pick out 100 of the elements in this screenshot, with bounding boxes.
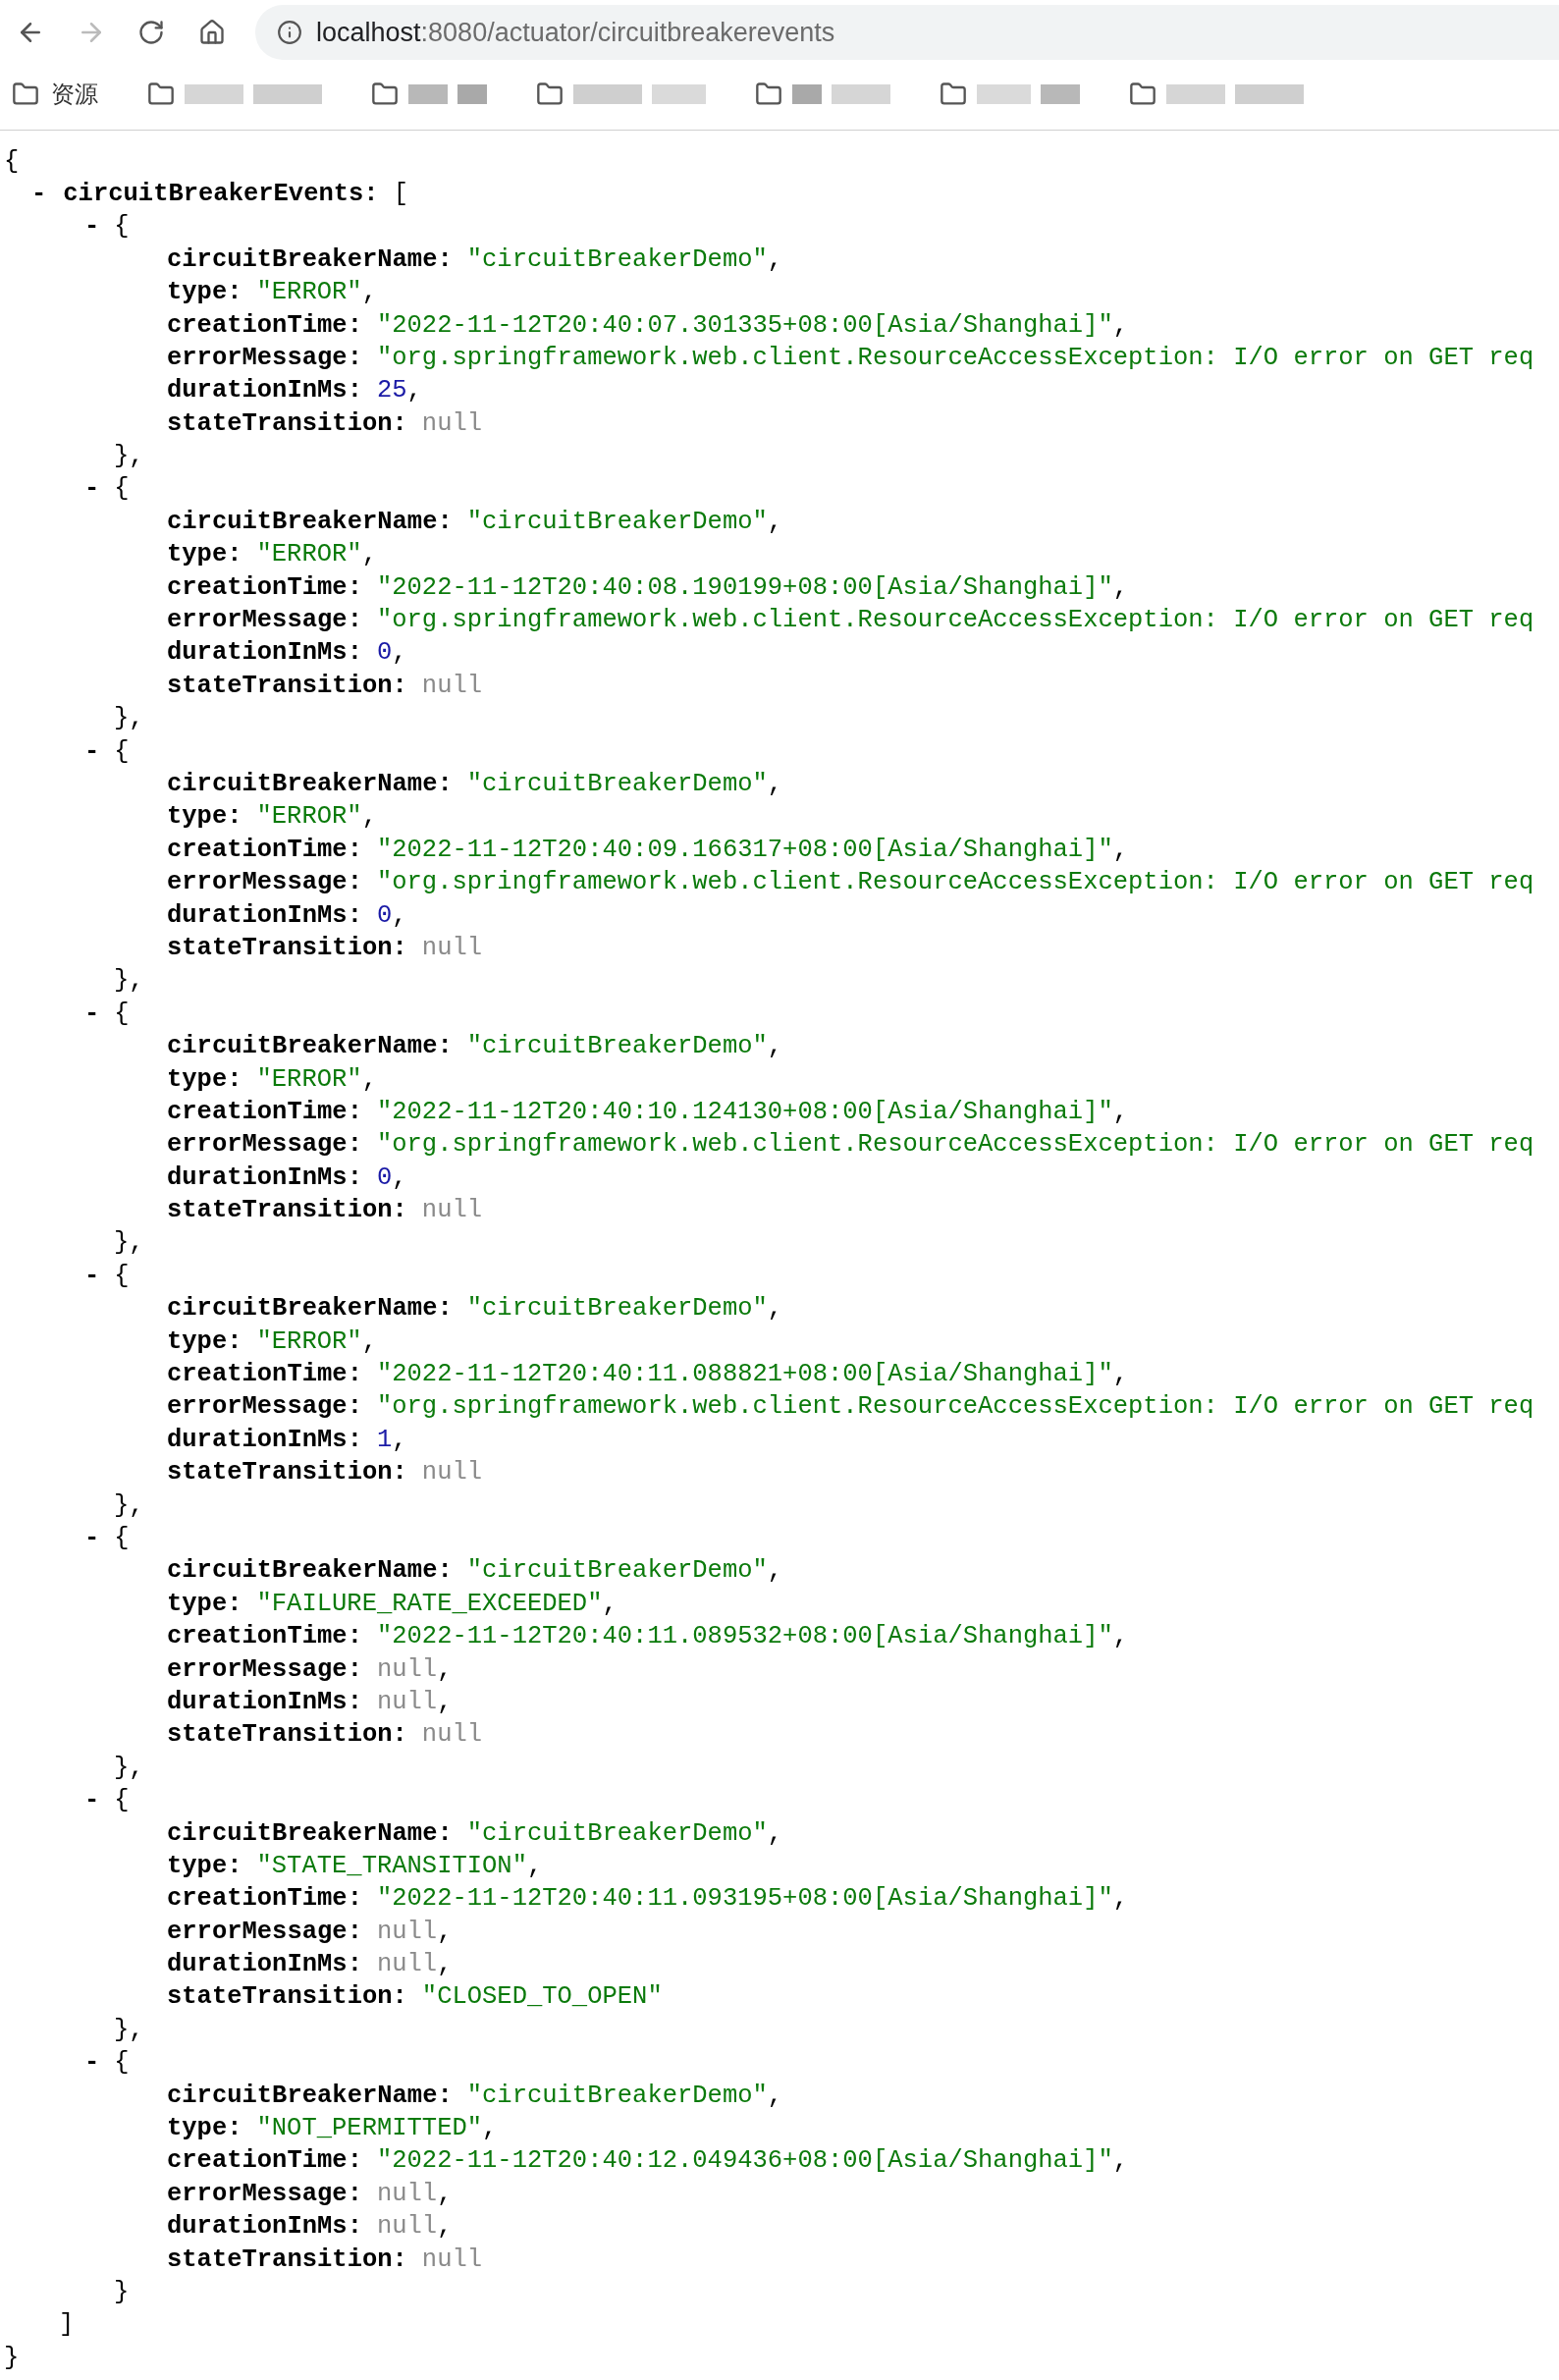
folder-icon[interactable] xyxy=(371,81,399,108)
json-value: "2022-11-12T20:40:11.089532+08:00[Asia/Shanghai]" xyxy=(376,1621,1113,1653)
comma: , xyxy=(361,277,377,309)
blurred-label xyxy=(1166,84,1225,104)
brace: } xyxy=(114,2276,130,2308)
comma: , xyxy=(602,1588,618,1620)
comma: , xyxy=(392,637,407,670)
collapse-toggle[interactable]: - xyxy=(84,995,100,1033)
comma: , xyxy=(1112,834,1129,866)
folder-icon[interactable] xyxy=(147,81,175,108)
comma: , xyxy=(767,506,783,538)
json-value: null xyxy=(421,1719,483,1752)
comma: , xyxy=(1112,1359,1129,1391)
comma: , xyxy=(767,1817,783,1850)
json-value: "2022-11-12T20:40:11.093195+08:00[Asia/Shanghai]" xyxy=(376,1883,1113,1916)
blurred-label xyxy=(1041,84,1080,104)
comma: , xyxy=(1112,2145,1129,2178)
json-value: 0 xyxy=(376,1162,393,1194)
blurred-label xyxy=(253,84,322,104)
json-value: "STATE_TRANSITION" xyxy=(256,1850,527,1882)
bracket: ] xyxy=(59,2309,75,2342)
brace: }, xyxy=(114,965,144,998)
json-value: null xyxy=(376,1916,438,1948)
brace: }, xyxy=(114,703,144,735)
json-value: "circuitBreakerDemo" xyxy=(466,243,768,276)
comma: , xyxy=(482,2113,498,2144)
json-value: null xyxy=(421,670,483,702)
bookmark-label[interactable]: 资源 xyxy=(51,77,98,112)
json-value: "ERROR" xyxy=(256,539,362,571)
json-value: "org.springframework.web.client.ResourceAccessException: I/O error on GET req xyxy=(376,867,1534,899)
brace: { xyxy=(114,473,130,506)
json-value: "org.springframework.web.client.ResourceAccessException: I/O error on GET req xyxy=(376,1129,1534,1162)
comma: , xyxy=(767,243,783,276)
json-value: "org.springframework.web.client.ResourceAccessException: I/O error on GET req xyxy=(376,1391,1534,1424)
brace: { xyxy=(114,1785,130,1817)
comma: , xyxy=(1112,1096,1129,1128)
folder-icon[interactable] xyxy=(755,81,782,108)
collapse-toggle[interactable]: - xyxy=(84,1520,100,1558)
comma: , xyxy=(406,375,422,407)
folder-icon[interactable] xyxy=(940,81,967,108)
collapse-toggle[interactable]: - xyxy=(84,470,100,509)
json-value: "NOT_PERMITTED" xyxy=(256,2113,483,2144)
blurred-label xyxy=(1235,84,1304,104)
home-icon[interactable] xyxy=(198,19,226,46)
comma: , xyxy=(437,1949,453,1981)
comma: , xyxy=(361,1063,377,1096)
blurred-label xyxy=(792,84,822,104)
json-value: "org.springframework.web.client.ResourceAccessException: I/O error on GET req xyxy=(376,342,1534,374)
json-value: null xyxy=(421,932,483,964)
collapse-toggle[interactable]: - xyxy=(84,732,100,771)
blurred-label xyxy=(457,84,487,104)
folder-icon[interactable] xyxy=(1129,81,1156,108)
collapse-toggle[interactable]: - xyxy=(84,1782,100,1820)
comma: , xyxy=(361,1325,377,1358)
brace: { xyxy=(114,1260,130,1292)
json-value: 1 xyxy=(376,1424,393,1456)
comma: , xyxy=(392,899,407,932)
brace: { xyxy=(114,998,130,1030)
json-value: "ERROR" xyxy=(256,277,362,309)
comma: , xyxy=(767,1293,783,1325)
json-value: "FAILURE_RATE_EXCEEDED" xyxy=(256,1588,603,1620)
comma: , xyxy=(361,539,377,571)
json-value: "circuitBreakerDemo" xyxy=(466,506,768,538)
reload-icon[interactable] xyxy=(137,19,165,46)
comma: , xyxy=(767,1555,783,1588)
json-value: "CLOSED_TO_OPEN" xyxy=(421,1981,663,2014)
brace: { xyxy=(114,211,130,243)
brace: }, xyxy=(114,441,144,473)
json-value: "circuitBreakerDemo" xyxy=(466,769,768,800)
json-value: "ERROR" xyxy=(256,1325,362,1358)
blurred-label xyxy=(185,84,243,104)
json-value: "2022-11-12T20:40:08.190199+08:00[Asia/Shanghai]" xyxy=(376,571,1113,604)
blurred-label xyxy=(652,84,706,104)
json-value: "ERROR" xyxy=(256,801,362,834)
comma: , xyxy=(437,1686,453,1718)
json-value: "2022-11-12T20:40:07.301335+08:00[Asia/Shanghai]" xyxy=(376,309,1113,342)
comma: , xyxy=(1112,309,1129,342)
collapse-toggle[interactable]: - xyxy=(31,175,47,214)
blurred-label xyxy=(832,84,890,104)
json-value: null xyxy=(421,2244,483,2276)
collapse-toggle[interactable]: - xyxy=(84,1257,100,1296)
json-value: "circuitBreakerDemo" xyxy=(466,2080,768,2112)
json-value: null xyxy=(376,2211,438,2244)
json-value: "2022-11-12T20:40:11.088821+08:00[Asia/Shanghai]" xyxy=(376,1359,1113,1391)
brace: } xyxy=(4,2342,20,2374)
comma: , xyxy=(437,1916,453,1948)
comma: , xyxy=(526,1850,543,1882)
folder-icon[interactable] xyxy=(12,81,39,108)
json-value: 0 xyxy=(376,899,393,932)
brace: { xyxy=(114,735,130,768)
info-icon[interactable] xyxy=(277,20,302,45)
address-bar[interactable]: localhost:8080/actuator/circuitbreakerevents xyxy=(255,5,1559,60)
brace: { xyxy=(4,145,20,178)
comma: , xyxy=(1112,1621,1129,1653)
comma: , xyxy=(1112,571,1129,604)
json-value: null xyxy=(376,2178,438,2210)
json-value: "2022-11-12T20:40:09.166317+08:00[Asia/Shanghai]" xyxy=(376,834,1113,866)
comma: , xyxy=(767,2080,783,2112)
folder-icon[interactable] xyxy=(536,81,564,108)
collapse-toggle[interactable]: - xyxy=(84,2044,100,2082)
